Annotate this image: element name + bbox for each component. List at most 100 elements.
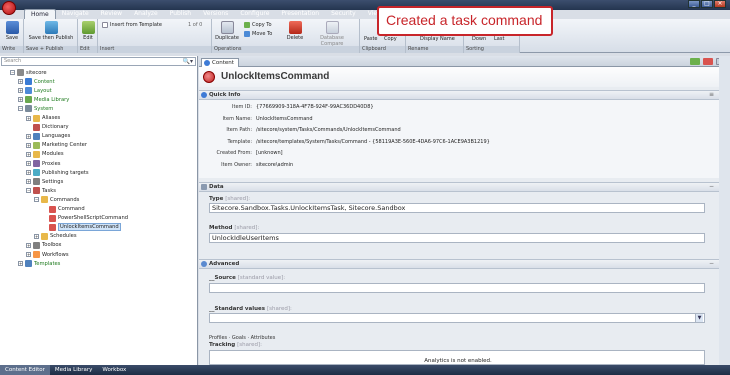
standard-values-select[interactable]: ▼ bbox=[209, 313, 705, 323]
tree-node[interactable]: UnlockItemsCommand bbox=[42, 223, 121, 232]
tree-node[interactable]: + Workflows bbox=[26, 250, 69, 259]
tree-node[interactable]: − Commands bbox=[34, 195, 79, 204]
tree-node-label[interactable]: Modules bbox=[42, 151, 64, 157]
tree-node[interactable]: + Publishing targets bbox=[26, 168, 89, 177]
type-field-input[interactable]: Sitecore.Sandbox.Tasks.UnlockItemsTask, … bbox=[209, 203, 705, 213]
delete-button[interactable]: Delete bbox=[284, 21, 306, 41]
tree-node-label[interactable]: Languages bbox=[42, 133, 70, 139]
tree-node-label[interactable]: Workflows bbox=[42, 252, 69, 258]
navigate-icon[interactable] bbox=[690, 58, 700, 65]
expand-icon[interactable]: + bbox=[26, 142, 31, 148]
move-to-button[interactable]: Move To bbox=[244, 31, 272, 37]
expand-icon[interactable]: + bbox=[26, 115, 31, 121]
display-name-button[interactable]: Display Name bbox=[420, 36, 455, 42]
collapse-icon[interactable]: − bbox=[34, 197, 39, 203]
tree-node[interactable]: + Layout bbox=[18, 86, 52, 95]
sort-last-button[interactable]: Last bbox=[494, 36, 504, 42]
tree-node-label[interactable]: sitecore bbox=[26, 70, 47, 76]
analytics-links[interactable]: Profiles · Goals · Attributes bbox=[209, 335, 275, 341]
expand-icon[interactable]: + bbox=[26, 161, 31, 166]
app-tab-media-library[interactable]: Media Library bbox=[50, 365, 98, 375]
collapse-icon[interactable]: − bbox=[10, 70, 15, 75]
tree-node[interactable]: + Marketing Center bbox=[26, 141, 87, 150]
method-field-input[interactable]: UnlockIdleUserItems bbox=[209, 233, 705, 243]
tree-node-label[interactable]: Proxies bbox=[42, 161, 60, 167]
tab-publish[interactable]: Publish bbox=[164, 9, 197, 19]
tree-node-label[interactable]: Publishing targets bbox=[42, 170, 89, 176]
data-section-header[interactable]: Data − bbox=[199, 182, 720, 192]
quick-info-value[interactable]: [unknown] bbox=[256, 150, 283, 156]
tree-node-label[interactable]: PowerShellScriptCommand bbox=[58, 215, 128, 221]
tab-presentation[interactable]: Presentation bbox=[275, 9, 325, 19]
quick-info-value[interactable]: /sitecore/templates/System/Tasks/Command… bbox=[256, 139, 490, 145]
tab-configure[interactable]: Configure bbox=[234, 9, 275, 19]
sitecore-logo-icon[interactable] bbox=[2, 1, 16, 15]
tree-node[interactable]: − Tasks bbox=[26, 186, 56, 195]
insert-from-template-button[interactable]: Insert from Template bbox=[102, 22, 162, 28]
tab-home[interactable]: Home bbox=[24, 9, 56, 19]
tree-node[interactable]: + Aliases bbox=[26, 114, 60, 123]
tree-node[interactable]: − System bbox=[18, 104, 53, 113]
chevron-down-icon[interactable]: ▼ bbox=[695, 314, 703, 322]
expand-icon[interactable]: + bbox=[26, 133, 31, 139]
tree-node[interactable]: + Templates bbox=[18, 259, 60, 268]
expand-icon[interactable]: + bbox=[26, 170, 31, 176]
tree-node-label[interactable]: Aliases bbox=[42, 115, 60, 121]
tree-node-label[interactable]: Content bbox=[34, 79, 55, 85]
tree-node[interactable]: − sitecore bbox=[10, 68, 47, 77]
expand-icon[interactable]: + bbox=[26, 242, 31, 248]
copy-button[interactable]: Copy bbox=[384, 36, 397, 42]
tree-node[interactable]: + Schedules bbox=[34, 232, 77, 241]
app-tab-content-editor[interactable]: Content Editor bbox=[0, 365, 50, 375]
tree-node[interactable]: + Languages bbox=[26, 132, 70, 141]
tree-node[interactable]: Dictionary bbox=[26, 123, 69, 132]
tab-review[interactable]: Review bbox=[95, 9, 128, 19]
expand-icon[interactable]: + bbox=[18, 79, 23, 85]
quick-info-value[interactable]: /sitecore/system/Tasks/Commands/UnlockIt… bbox=[256, 127, 401, 133]
tree-node[interactable]: + Toolbox bbox=[26, 241, 61, 250]
collapse-icon[interactable]: − bbox=[26, 188, 31, 194]
tree-node-label[interactable]: Tasks bbox=[42, 188, 56, 194]
search-icon[interactable]: 🔍▾ bbox=[183, 58, 193, 65]
restore-icon[interactable]: □ bbox=[701, 0, 713, 8]
tree-node[interactable]: + Settings bbox=[26, 177, 63, 186]
collapse-icon[interactable]: − bbox=[709, 183, 714, 191]
tree-node-label[interactable]: System bbox=[34, 106, 53, 112]
copy-to-button[interactable]: Copy To bbox=[244, 22, 272, 28]
quick-info-value[interactable]: sitecore\admin bbox=[256, 162, 293, 168]
app-tab-workbox[interactable]: Workbox bbox=[97, 365, 131, 375]
tree-node-label[interactable]: UnlockItemsCommand bbox=[58, 223, 121, 232]
tree-node-label[interactable]: Marketing Center bbox=[42, 142, 87, 148]
expand-icon[interactable]: + bbox=[26, 252, 31, 257]
tab-analyze[interactable]: Analyze bbox=[128, 9, 164, 19]
collapse-icon[interactable]: − bbox=[709, 260, 714, 268]
duplicate-button[interactable]: Duplicate bbox=[214, 21, 240, 41]
tree-node[interactable]: Command bbox=[42, 205, 85, 214]
save-button[interactable]: Save bbox=[1, 21, 23, 41]
tab-navigate[interactable]: Navigate bbox=[56, 9, 95, 19]
paste-button[interactable]: Paste bbox=[364, 36, 378, 42]
source-field-input[interactable] bbox=[209, 283, 705, 293]
tab-security[interactable]: Security bbox=[325, 9, 362, 19]
close-icon[interactable]: × bbox=[714, 0, 726, 8]
tab-versions[interactable]: Versions bbox=[197, 9, 234, 19]
collapse-icon[interactable]: ≡ bbox=[709, 91, 714, 99]
tree-node-label[interactable]: Toolbox bbox=[42, 242, 61, 248]
advanced-section-header[interactable]: Advanced − bbox=[199, 259, 720, 269]
tree-node-label[interactable]: Command bbox=[58, 206, 85, 212]
quick-info-value[interactable]: UnlockItemsCommand bbox=[256, 116, 313, 122]
expand-icon[interactable]: + bbox=[26, 179, 31, 185]
save-then-publish-button[interactable]: Save then Publish bbox=[26, 21, 76, 41]
database-compare-button[interactable]: Database Compare bbox=[308, 21, 356, 47]
expand-icon[interactable]: + bbox=[18, 88, 23, 94]
tree-node-label[interactable]: Dictionary bbox=[42, 124, 69, 130]
expand-icon[interactable]: + bbox=[34, 233, 39, 239]
tree-node[interactable]: + Modules bbox=[26, 150, 64, 159]
edit-button[interactable]: Edit bbox=[79, 21, 97, 41]
tree-node[interactable]: PowerShellScriptCommand bbox=[42, 214, 128, 223]
tree-node[interactable]: + Proxies bbox=[26, 159, 60, 168]
options-icon[interactable] bbox=[703, 58, 713, 65]
collapse-icon[interactable]: − bbox=[18, 106, 23, 112]
tab-content[interactable]: Content bbox=[201, 58, 239, 67]
tree-node[interactable]: + Media Library bbox=[18, 95, 69, 104]
